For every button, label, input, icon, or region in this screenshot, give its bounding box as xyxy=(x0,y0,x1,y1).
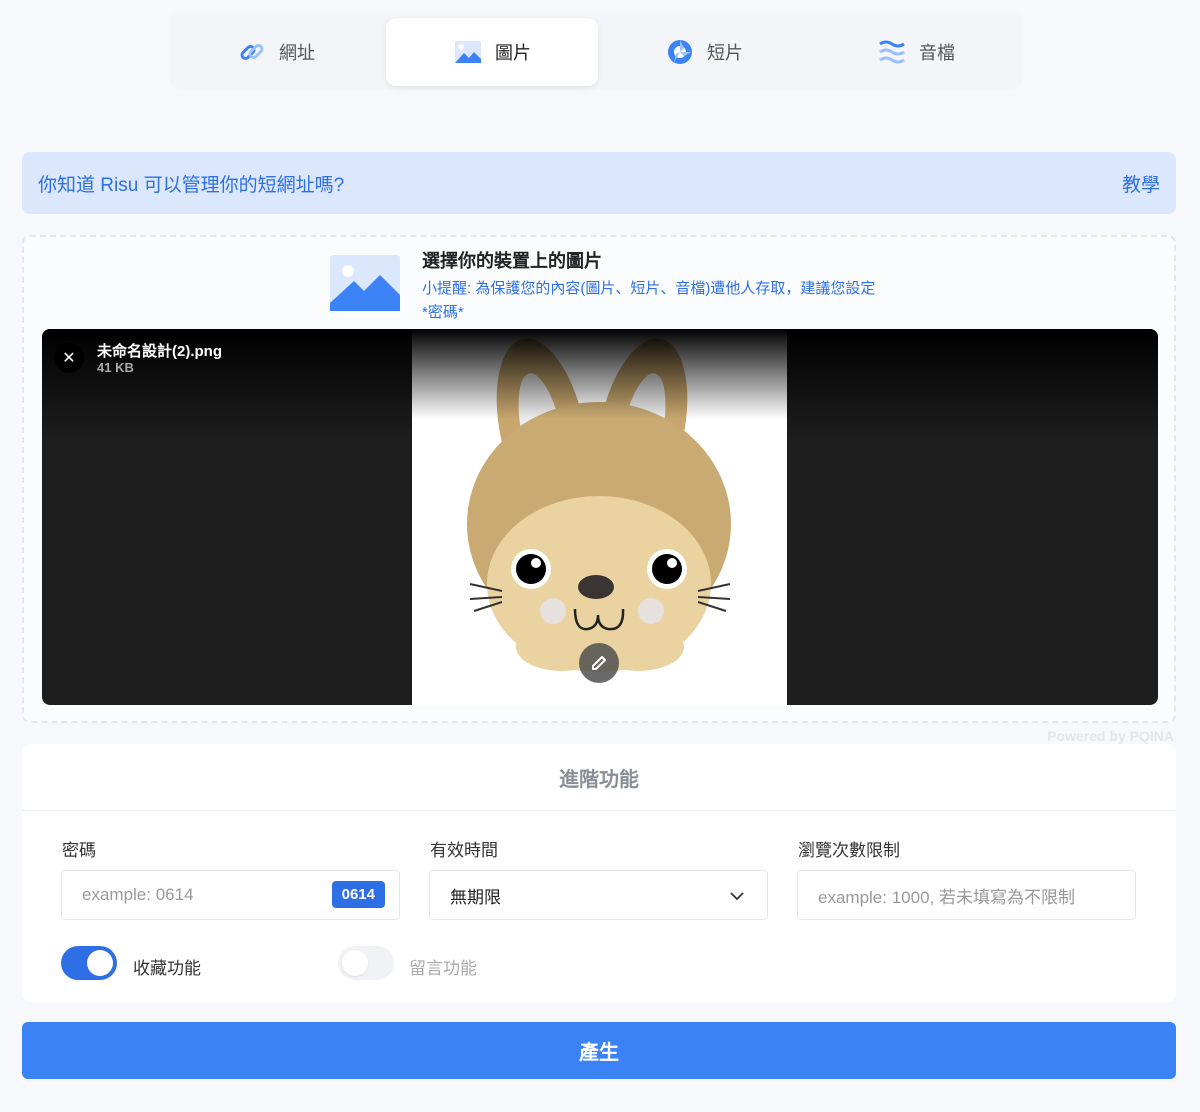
link-icon xyxy=(237,37,267,67)
tab-label: 音檔 xyxy=(919,43,955,63)
image-upload-icon xyxy=(330,255,400,311)
tab-label: 圖片 xyxy=(495,43,531,63)
generate-button[interactable]: 產生 xyxy=(22,1022,1176,1079)
shutter-icon xyxy=(665,37,695,67)
pencil-icon xyxy=(592,656,606,670)
expiry-value: 無期限 xyxy=(450,887,501,907)
file-name: 未命名設計(2).png xyxy=(97,343,222,360)
type-tabs: 網址 圖片 短片 音檔 xyxy=(170,12,1022,90)
file-size: 41 KB xyxy=(97,360,134,375)
tip-text: 你知道 Risu 可以管理你的短網址嗎? xyxy=(38,174,345,196)
view-limit-field[interactable]: example: 1000, 若未填寫為不限制 xyxy=(797,870,1136,920)
favorite-label: 收藏功能 xyxy=(133,959,201,978)
tab-video[interactable]: 短片 xyxy=(598,18,810,86)
overlay-gradient-right xyxy=(787,329,1158,439)
tab-label: 短片 xyxy=(707,43,743,63)
comment-toggle[interactable] xyxy=(338,946,394,980)
chevron-down-icon xyxy=(730,892,744,901)
advanced-title: 進階功能 xyxy=(22,744,1176,811)
image-dropzone[interactable]: 選擇你的裝置上的圖片 小提醒: 為保護您的內容(圖片、短片、音檔)遭他人存取，建… xyxy=(22,235,1176,723)
tab-image[interactable]: 圖片 xyxy=(386,18,598,86)
tip-banner: 你知道 Risu 可以管理你的短網址嗎? 教學 xyxy=(22,152,1176,214)
wave-icon xyxy=(877,37,907,67)
expiry-select[interactable]: 無期限 xyxy=(429,870,768,920)
tab-label: 網址 xyxy=(279,43,315,63)
toggle-knob xyxy=(342,950,368,976)
password-placeholder: example: 0614 xyxy=(82,885,194,904)
dropzone-header: 選擇你的裝置上的圖片 小提醒: 為保護您的內容(圖片、短片、音檔)遭他人存取，建… xyxy=(330,245,882,325)
dropzone-title: 選擇你的裝置上的圖片 xyxy=(422,251,602,271)
tab-url[interactable]: 網址 xyxy=(170,18,382,86)
expiry-label: 有效時間 xyxy=(430,841,498,860)
view-limit-placeholder: example: 1000, 若未填寫為不限制 xyxy=(818,887,1075,907)
tutorial-link[interactable]: 教學 xyxy=(1122,170,1160,197)
advanced-panel: 進階功能 密碼 example: 0614 0614 有效時間 無期限 瀏覽次數… xyxy=(22,744,1176,1002)
image-icon xyxy=(453,37,483,67)
password-suggestion-badge[interactable]: 0614 xyxy=(331,881,385,908)
view-limit-label: 瀏覽次數限制 xyxy=(798,841,900,860)
remove-file-button[interactable]: ✕ xyxy=(54,343,84,373)
image-preview: ✕ 未命名設計(2).png 41 KB xyxy=(42,329,1158,705)
password-label: 密碼 xyxy=(62,841,96,860)
comment-label: 留言功能 xyxy=(409,959,477,978)
toggle-knob xyxy=(87,950,113,976)
overlay-gradient xyxy=(412,329,787,419)
edit-image-button[interactable] xyxy=(579,643,619,683)
dropzone-tip: 小提醒: 為保護您的內容(圖片、短片、音檔)遭他人存取，建議您設定 *密碼* xyxy=(422,280,876,321)
password-field[interactable]: example: 0614 0614 xyxy=(61,870,400,920)
tab-audio[interactable]: 音檔 xyxy=(810,18,1022,86)
powered-by[interactable]: Powered by PQINA xyxy=(1047,728,1174,744)
favorite-toggle[interactable] xyxy=(61,946,117,980)
